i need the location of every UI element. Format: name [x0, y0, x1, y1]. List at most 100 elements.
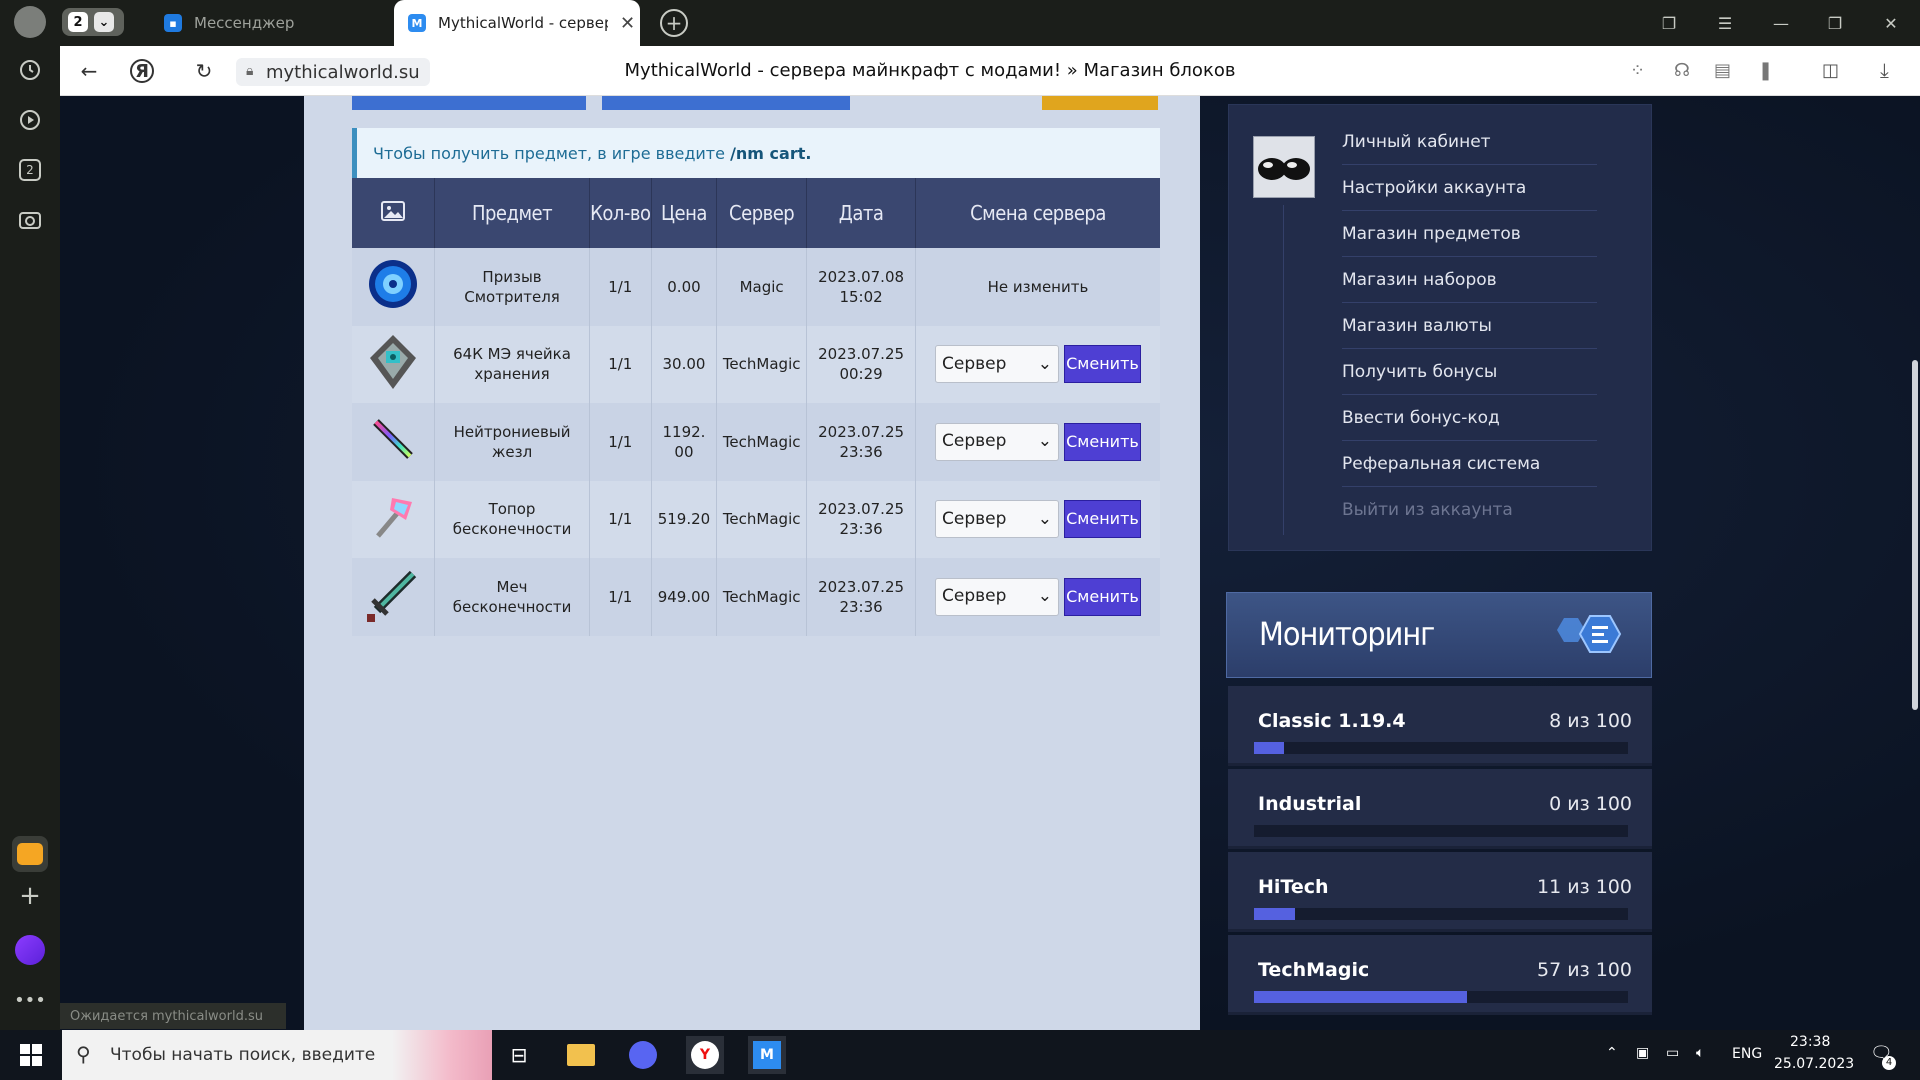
server-select[interactable]: Сервер ⌄	[934, 577, 1059, 616]
server-select[interactable]: Сервер ⌄	[934, 422, 1059, 461]
server-name: HiTech	[1258, 876, 1329, 898]
volume-icon[interactable]: 🔈︎	[1696, 1045, 1704, 1061]
price-value: 1192.00	[662, 422, 706, 461]
task-view-icon[interactable]: ⊟	[500, 1036, 538, 1074]
bookmark-icon[interactable]: ❚	[1758, 60, 1773, 81]
extensions-icon[interactable]: ⁘	[1630, 60, 1645, 81]
item-price: 519.20	[651, 480, 718, 558]
time-value: 15:02	[839, 287, 883, 306]
item-date: 2023.07.25 23:36	[806, 403, 916, 481]
discord-icon[interactable]	[624, 1036, 662, 1074]
server-row-industrial: Industrial 0 из 100	[1228, 769, 1652, 849]
menu-item-referral[interactable]: Реферальная система	[1342, 441, 1597, 487]
change-server-button[interactable]: Сменить	[1063, 577, 1141, 616]
change-server-button[interactable]: Сменить	[1063, 422, 1141, 461]
close-window-button[interactable]: ✕	[1878, 10, 1904, 36]
select-value: Сервер	[941, 508, 1007, 529]
clock-date[interactable]: 25.07.2023	[1774, 1056, 1854, 1072]
reload-button[interactable]: ↻	[190, 57, 218, 85]
collections-add-icon[interactable]: ◫	[1822, 60, 1839, 81]
item-name: Нейтрониевый жезл	[434, 403, 590, 481]
chevron-down-icon: ⌄	[1037, 353, 1052, 374]
restore-button[interactable]: ❐	[1822, 10, 1848, 36]
messenger-icon: ▪	[164, 14, 182, 32]
server-online: 0 из 100	[1549, 793, 1632, 815]
yandex-icon[interactable]: Я	[130, 59, 154, 83]
menu-item-bonuses[interactable]: Получить бонусы	[1342, 349, 1597, 395]
headphones-icon[interactable]: ☊	[1674, 60, 1690, 81]
item-change: Сервер ⌄ Сменить	[915, 480, 1160, 558]
language-indicator[interactable]: ENG	[1732, 1046, 1762, 1062]
clock-time[interactable]: 23:38	[1790, 1034, 1830, 1050]
item-date: 2023.07.25 23:36	[806, 558, 916, 636]
windows-start-icon[interactable]	[12, 1036, 50, 1074]
tray-chevron-icon[interactable]: ⌃	[1606, 1045, 1618, 1061]
back-button[interactable]: ←	[75, 57, 103, 85]
item-server: TechMagic	[716, 480, 808, 558]
menu-item-logout[interactable]: Выйти из аккаунта	[1342, 487, 1597, 533]
collections-icon[interactable]: ❐	[1656, 10, 1682, 36]
change-server-button[interactable]: Сменить	[1063, 345, 1141, 384]
status-bar: Ожидается mythicalworld.su	[60, 1003, 286, 1029]
item-server: Magic	[716, 248, 808, 326]
video-icon[interactable]	[14, 104, 46, 136]
top-button-1[interactable]	[352, 96, 586, 110]
yandex-browser-icon[interactable]: Y	[686, 1036, 724, 1074]
tabs-count-icon[interactable]: 2	[14, 154, 46, 186]
cart-notice: Чтобы получить предмет, в игре введите /…	[352, 128, 1160, 178]
item-icon-infinity-axe	[352, 480, 436, 558]
chevron-down-icon: ⌄	[1037, 508, 1052, 529]
server-select[interactable]: Сервер ⌄	[934, 345, 1059, 384]
item-name: Меч бесконечности	[434, 558, 590, 636]
menu-item-currency-shop[interactable]: Магазин валюты	[1342, 303, 1597, 349]
monitoring-menu-icon[interactable]	[1554, 610, 1628, 660]
page-scrollbar[interactable]	[1912, 360, 1918, 710]
network-icon[interactable]: ▭	[1666, 1045, 1679, 1061]
download-icon[interactable]: ⤓	[1880, 58, 1889, 82]
select-value: Сервер	[941, 353, 1007, 374]
mythicalworld-launcher-icon[interactable]: M	[748, 1036, 786, 1074]
top-button-2[interactable]	[602, 96, 850, 110]
tab-group-button[interactable]: 2 ⌄	[62, 8, 124, 36]
menu-item-item-shop[interactable]: Магазин предметов	[1342, 211, 1597, 257]
item-qty: 1/1	[589, 558, 652, 636]
reader-icon[interactable]: ▤	[1714, 60, 1731, 81]
item-change: Сервер ⌄ Сменить	[915, 558, 1160, 636]
new-tab-button[interactable]: +	[660, 9, 688, 37]
item-change: Сервер ⌄ Сменить	[915, 325, 1160, 403]
menu-item-settings[interactable]: Настройки аккаунта	[1342, 165, 1597, 211]
lock-icon: 🔒︎	[246, 63, 254, 79]
tab-messenger[interactable]: ▪ Мессенджер	[150, 0, 390, 46]
item-price: 0.00	[651, 248, 718, 326]
search-icon: ⚲	[76, 1042, 91, 1066]
server-online-fill	[1254, 742, 1284, 754]
top-button-3[interactable]	[1042, 96, 1158, 110]
add-panel-icon[interactable]: +	[14, 880, 46, 912]
image-column-header	[352, 178, 436, 248]
taskbar-search[interactable]: ⚲ Чтобы начать поиск, введите	[62, 1030, 492, 1080]
server-select[interactable]: Сервер ⌄	[934, 500, 1059, 539]
server-online: 8 из 100	[1549, 710, 1632, 732]
menu-icon[interactable]: ☰	[1712, 10, 1738, 36]
close-tab-icon[interactable]: ✕	[620, 13, 635, 34]
item-server: TechMagic	[716, 325, 808, 403]
menu-item-cabinet[interactable]: Личный кабинет	[1342, 119, 1597, 165]
server-online: 57 из 100	[1537, 959, 1632, 981]
url-field[interactable]: 🔒︎ mythicalworld.su	[236, 58, 430, 86]
change-server-button[interactable]: Сменить	[1063, 500, 1141, 539]
tray-app-icon[interactable]: ▣	[1636, 1045, 1649, 1061]
mail-app-icon[interactable]	[12, 836, 48, 872]
alice-icon[interactable]	[14, 934, 46, 966]
screenshot-icon[interactable]	[14, 204, 46, 236]
menu-item-kit-shop[interactable]: Магазин наборов	[1342, 257, 1597, 303]
item-name: Топор бесконечности	[434, 480, 590, 558]
minimize-button[interactable]: —	[1768, 10, 1794, 36]
tab-mythicalworld[interactable]: M MythicalWorld - сервер ✕	[394, 0, 640, 46]
profile-avatar[interactable]	[14, 6, 46, 38]
history-icon[interactable]	[14, 54, 46, 86]
file-explorer-icon[interactable]	[562, 1036, 600, 1074]
tab-group-count: 2	[68, 12, 88, 32]
more-icon[interactable]: •••	[14, 984, 46, 1016]
tab-label: Мессенджер	[194, 14, 295, 32]
menu-item-bonus-code[interactable]: Ввести бонус-код	[1342, 395, 1597, 441]
